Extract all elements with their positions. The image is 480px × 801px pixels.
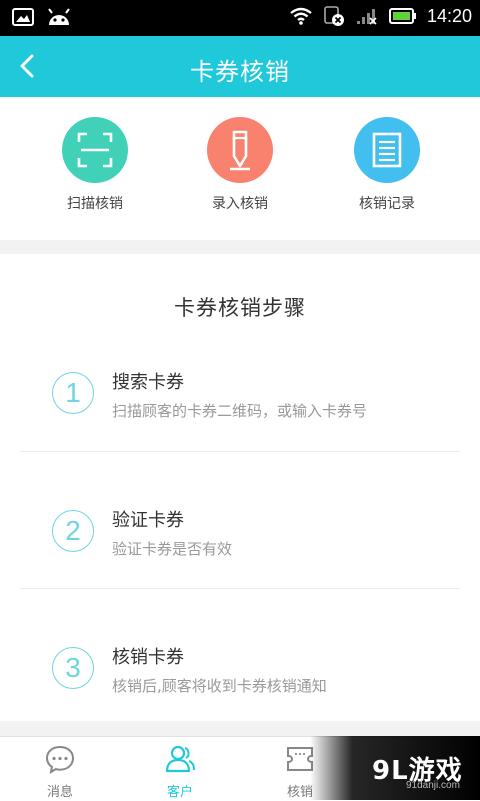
step-description: 验证卡券是否有效 — [112, 540, 233, 558]
step-title: 验证卡券 — [112, 510, 184, 531]
step-number: 2 — [52, 510, 94, 552]
step-item: 3 核销卡券 核销后,顾客将收到卡券核销通知 — [20, 611, 460, 748]
divider — [20, 588, 460, 589]
step-number: 3 — [52, 647, 94, 689]
steps-title: 卡券核销步骤 — [174, 296, 306, 320]
users-icon — [165, 745, 195, 773]
action-panel: 扫描核销 录入核销 核销记录 — [0, 97, 480, 240]
pen-icon — [207, 117, 273, 183]
tab-messages[interactable]: 消息 — [0, 743, 120, 800]
tab-customers[interactable]: 客户 — [120, 743, 240, 800]
tab-label: 消息 — [46, 785, 73, 800]
page-title: 卡券核销 — [190, 58, 290, 86]
watermark: 9L游戏 91danji.com — [310, 736, 480, 800]
action-label: 扫描核销 — [67, 196, 123, 212]
status-time: 14:20 — [426, 5, 472, 26]
gallery-icon — [12, 8, 34, 26]
step-item: 1 搜索卡券 扫描顾客的卡券二维码，或输入卡券号 — [20, 336, 460, 473]
scan-icon — [62, 117, 128, 183]
tab-label: 客户 — [166, 785, 193, 800]
app-header: 卡券核销 — [0, 36, 480, 97]
signal-icon — [356, 9, 377, 25]
manual-entry-action[interactable]: 录入核销 — [180, 117, 300, 213]
status-bar: 14:20 — [0, 0, 480, 36]
step-description: 核销后,顾客将收到卡券核销通知 — [112, 677, 327, 695]
battery-icon — [388, 8, 416, 24]
wifi-icon — [290, 7, 312, 25]
verify-records-action[interactable]: 核销记录 — [327, 117, 447, 213]
list-icon — [354, 117, 420, 183]
action-label: 录入核销 — [212, 196, 268, 212]
step-item: 2 验证卡券 验证卡券是否有效 — [20, 474, 460, 611]
action-label: 核销记录 — [359, 196, 415, 212]
watermark-url: 91danji.com — [406, 780, 460, 791]
step-number: 1 — [52, 372, 94, 414]
chat-icon — [45, 745, 75, 775]
scan-verify-action[interactable]: 扫描核销 — [35, 117, 155, 213]
step-title: 核销卡券 — [112, 647, 184, 668]
step-title: 搜索卡券 — [112, 372, 184, 393]
android-icon — [48, 8, 70, 25]
steps-card: 卡券核销步骤 1 搜索卡券 扫描顾客的卡券二维码，或输入卡券号 2 验证卡券 验… — [0, 254, 480, 721]
divider — [20, 451, 460, 452]
step-description: 扫描顾客的卡券二维码，或输入卡券号 — [112, 402, 368, 420]
sim-x-icon — [324, 6, 344, 26]
